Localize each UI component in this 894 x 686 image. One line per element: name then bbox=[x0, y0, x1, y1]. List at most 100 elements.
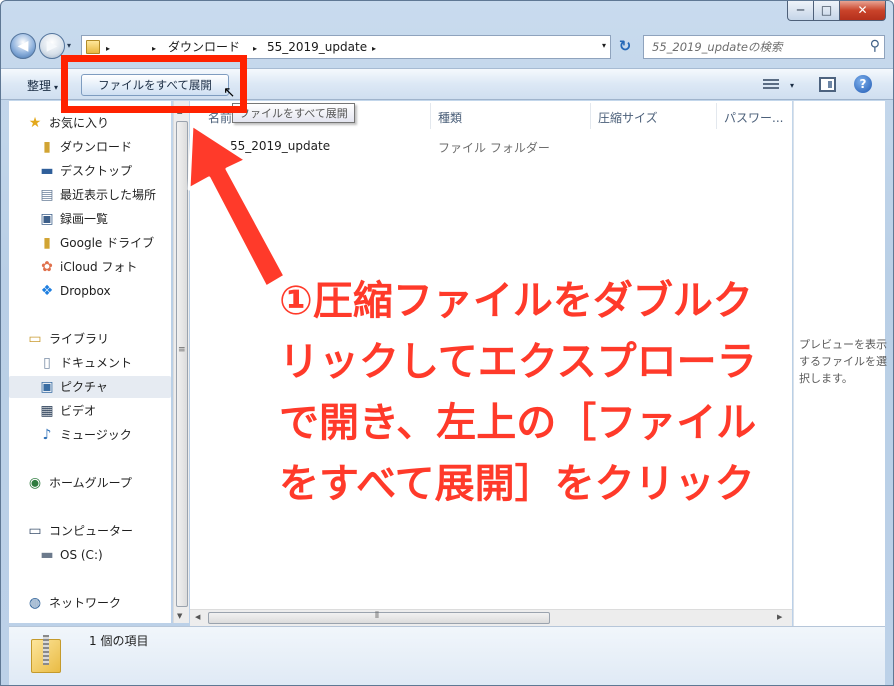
details-pane: 1 個の項目 bbox=[9, 626, 885, 685]
sidebar-homegroup[interactable]: ◉ ホームグループ bbox=[9, 472, 171, 494]
preview-placeholder-text: プレビューを表示するファイルを選択します。 bbox=[799, 338, 887, 385]
sidebar-favorites[interactable]: ★ お気に入り bbox=[9, 112, 171, 134]
navigation-pane: ★ お気に入り ▮ ダウンロード ▬ デスクトップ ▤ 最近表示した場所 ▣ 録… bbox=[9, 101, 171, 623]
sidebar-item-documents[interactable]: ▯ ドキュメント bbox=[9, 352, 171, 374]
column-header-compressed-size[interactable]: 圧縮サイズ bbox=[598, 109, 658, 126]
minimize-icon: ─ bbox=[796, 3, 805, 17]
file-type: ファイル フォルダー bbox=[438, 141, 550, 155]
view-options-dropdown[interactable]: ▾ bbox=[790, 81, 794, 90]
pictures-icon: ▣ bbox=[40, 379, 54, 395]
recent-pages-dropdown[interactable]: ▾ bbox=[67, 41, 71, 50]
drive-icon: ▬ bbox=[40, 547, 54, 563]
column-divider[interactable] bbox=[430, 103, 431, 129]
sidebar-item-label: ダウンロード bbox=[60, 140, 133, 154]
scrollbar-grip-icon: ⦀ bbox=[375, 611, 379, 621]
sidebar-item-label: Dropbox bbox=[60, 284, 111, 298]
dropbox-icon: ❖ bbox=[40, 283, 54, 299]
folder-icon bbox=[86, 40, 100, 54]
maximize-button[interactable]: □ bbox=[814, 1, 840, 21]
sidebar-computer[interactable]: ▭ コンピューター bbox=[9, 520, 171, 542]
column-divider[interactable] bbox=[590, 103, 591, 129]
search-box[interactable]: ⚲ bbox=[643, 35, 885, 59]
sidebar-item-label: ネットワーク bbox=[49, 596, 122, 610]
column-header-type[interactable]: 種類 bbox=[438, 109, 462, 126]
maximize-icon: □ bbox=[820, 3, 833, 17]
scrollbar-thumb[interactable] bbox=[176, 121, 188, 607]
address-dropdown-icon[interactable]: ▾ bbox=[602, 41, 606, 50]
scroll-left-arrow-icon[interactable]: ◀ bbox=[195, 613, 200, 621]
organize-label: 整理 bbox=[27, 79, 52, 93]
refresh-button[interactable]: ↻ bbox=[613, 35, 637, 59]
annotation-line: リックしてエクスプローラ bbox=[279, 339, 757, 385]
sidebar-item-label: ビデオ bbox=[60, 404, 97, 418]
sidebar-item-videos[interactable]: ▦ ビデオ bbox=[9, 400, 171, 422]
scroll-down-arrow-icon[interactable]: ▼ bbox=[177, 612, 182, 620]
breadcrumb-separator[interactable]: ▸ bbox=[253, 41, 257, 57]
videos-icon: ▦ bbox=[40, 403, 54, 419]
sidebar-item-pictures[interactable]: ▣ ピクチャ bbox=[9, 376, 171, 398]
annotation-line: で開き、左上の［ファイル bbox=[279, 400, 757, 446]
sidebar-item-google-drive[interactable]: ▮ Google ドライブ bbox=[9, 232, 171, 254]
preview-pane-toggle-icon[interactable] bbox=[819, 77, 836, 92]
star-icon: ★ bbox=[28, 115, 42, 131]
tooltip: ファイルをすべて展開 bbox=[232, 103, 355, 123]
scrollbar-grip-icon: ≡ bbox=[178, 345, 186, 355]
sidebar-item-dropbox[interactable]: ❖ Dropbox bbox=[9, 280, 171, 302]
search-input[interactable] bbox=[652, 39, 852, 55]
sidebar-libraries[interactable]: ▭ ライブラリ bbox=[9, 328, 171, 350]
documents-icon: ▯ bbox=[43, 355, 51, 371]
sidebar-item-label: 最近表示した場所 bbox=[60, 188, 157, 202]
zip-folder-icon bbox=[31, 635, 61, 673]
annotation-line: ①圧縮ファイルをダブルク bbox=[279, 278, 753, 324]
minimize-button[interactable]: ─ bbox=[787, 1, 814, 21]
computer-icon: ▭ bbox=[28, 523, 42, 539]
sidebar-item-downloads[interactable]: ▮ ダウンロード bbox=[9, 136, 171, 158]
sidebar-item-desktop[interactable]: ▬ デスクトップ bbox=[9, 160, 171, 182]
sidebar-item-label: 録画一覧 bbox=[60, 212, 109, 226]
sidebar-item-label: ホームグループ bbox=[49, 476, 132, 490]
recordings-icon: ▣ bbox=[40, 211, 54, 227]
mouse-cursor-icon: ↖ bbox=[223, 83, 236, 101]
sidebar-item-label: OS (C:) bbox=[60, 548, 103, 562]
sidebar-item-recordings[interactable]: ▣ 録画一覧 bbox=[9, 208, 171, 230]
highlight-box bbox=[61, 55, 247, 113]
column-header-password[interactable]: パスワー... bbox=[724, 109, 783, 126]
sidebar-item-label: ピクチャ bbox=[60, 380, 108, 394]
organize-menu[interactable]: 整理 ▾ bbox=[27, 77, 58, 94]
sidebar-item-label: コンピューター bbox=[49, 524, 134, 538]
chevron-down-icon: ▾ bbox=[54, 83, 59, 92]
file-name[interactable]: 55_2019_update bbox=[230, 139, 330, 153]
sidebar-item-label: お気に入り bbox=[49, 116, 110, 130]
file-list-horizontal-scrollbar[interactable]: ◀ ⦀ ▶ bbox=[190, 609, 792, 626]
sidebar-item-os-drive[interactable]: ▬ OS (C:) bbox=[9, 544, 171, 566]
close-icon: ✕ bbox=[857, 3, 868, 17]
sidebar-item-music[interactable]: ♪ ミュージック bbox=[9, 424, 171, 446]
back-arrow-icon: ◀ bbox=[17, 38, 29, 54]
recent-places-icon: ▤ bbox=[40, 187, 54, 203]
sidebar-item-icloud-photos[interactable]: ✿ iCloud フォト bbox=[9, 256, 171, 278]
sidebar-item-label: ミュージック bbox=[60, 428, 132, 442]
breadcrumb-separator[interactable]: ▸ bbox=[372, 41, 376, 57]
help-icon[interactable]: ? bbox=[854, 75, 872, 93]
view-options-icon[interactable] bbox=[763, 77, 779, 91]
back-button[interactable]: ◀ bbox=[10, 33, 36, 59]
sidebar-item-recent-places[interactable]: ▤ 最近表示した場所 bbox=[9, 184, 171, 206]
library-icon: ▭ bbox=[28, 331, 42, 347]
sidebar-network[interactable]: ◍ ネットワーク bbox=[9, 592, 171, 614]
breadcrumb-current-folder[interactable]: 55_2019_update bbox=[267, 39, 367, 55]
scrollbar-thumb[interactable] bbox=[208, 612, 550, 624]
sidebar-item-label: ドキュメント bbox=[60, 356, 133, 370]
download-folder-icon: ▮ bbox=[43, 139, 51, 155]
column-divider[interactable] bbox=[716, 103, 717, 129]
sidebar-item-label: Google ドライブ bbox=[60, 236, 155, 250]
annotation-text: ①圧縮ファイルをダブルク リックしてエクスプローラ で開き、左上の［ファイル を… bbox=[279, 271, 779, 515]
sidebar-item-label: ライブラリ bbox=[49, 332, 110, 346]
navigation-pane-scrollbar[interactable]: ▲ ≡ ▼ bbox=[173, 101, 189, 623]
desktop-icon: ▬ bbox=[40, 163, 54, 179]
scroll-right-arrow-icon[interactable]: ▶ bbox=[777, 613, 782, 621]
search-icon[interactable]: ⚲ bbox=[870, 38, 880, 54]
homegroup-icon: ◉ bbox=[28, 475, 42, 491]
close-button[interactable]: ✕ bbox=[840, 1, 886, 21]
annotation-line: をすべて展開］をクリック bbox=[279, 461, 755, 507]
breadcrumb-downloads[interactable]: ダウンロード bbox=[168, 39, 240, 55]
